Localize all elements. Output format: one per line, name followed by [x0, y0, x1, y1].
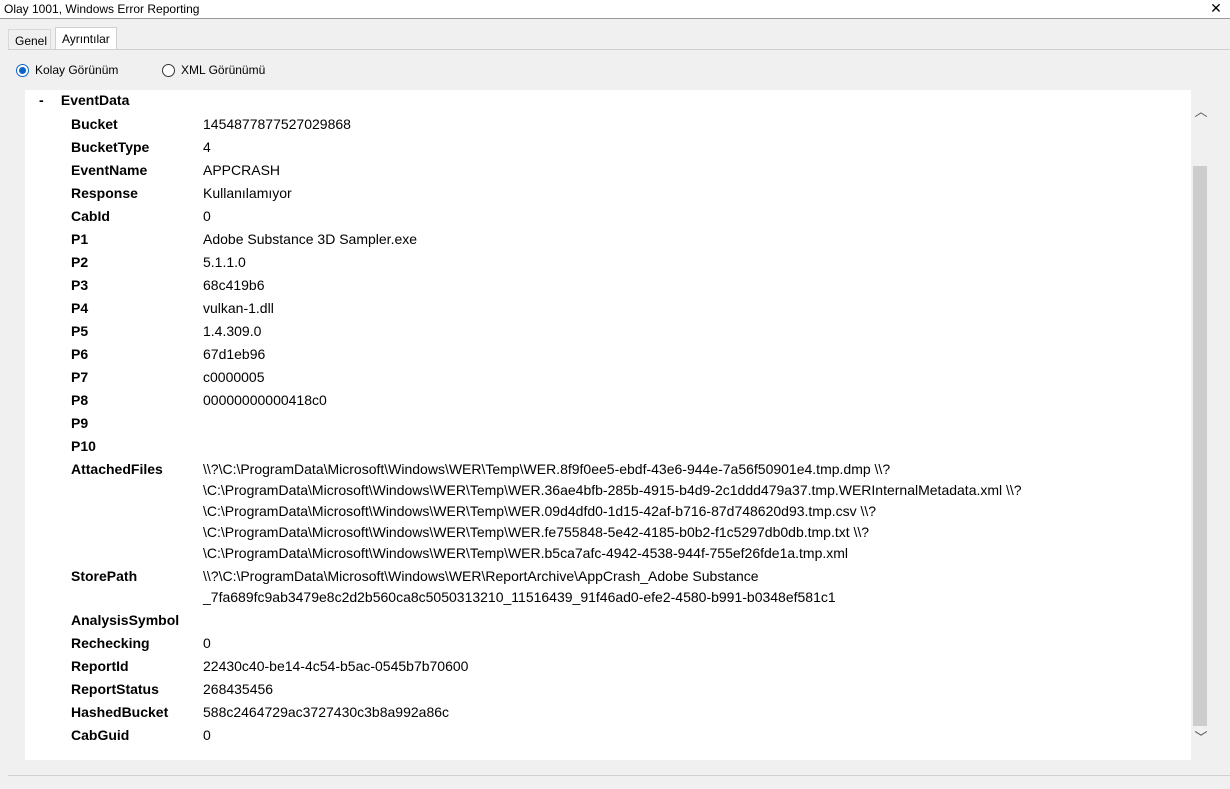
- scrollbar-thumb[interactable]: [1193, 166, 1207, 726]
- field-name: AnalysisSymbol: [71, 612, 180, 628]
- field-name: CabGuid: [71, 727, 130, 743]
- field-value: 00000000000418c0: [203, 392, 327, 408]
- field-name: P6: [71, 346, 89, 362]
- field-name: P4: [71, 300, 89, 316]
- field-value: 67d1eb96: [203, 346, 266, 362]
- close-button[interactable]: ✕: [1208, 0, 1224, 18]
- radio-unselected-icon: [162, 63, 175, 77]
- field-value: Kullanılamıyor: [203, 185, 292, 201]
- field-name: HashedBucket: [71, 704, 169, 720]
- eventdata-header[interactable]: - EventData: [39, 92, 129, 108]
- field-name: P7: [71, 369, 89, 385]
- vertical-scrollbar[interactable]: ︿ ﹀: [1191, 90, 1211, 760]
- field-name: ReportId: [71, 658, 129, 674]
- field-name: P2: [71, 254, 89, 270]
- field-name: ReportStatus: [71, 681, 159, 697]
- section-title: EventData: [60, 92, 130, 108]
- field-value: \\?\C:\ProgramData\Microsoft\Windows\WER…: [203, 461, 1022, 561]
- scroll-up-icon[interactable]: ︿: [1191, 102, 1211, 122]
- event-details-panel: - EventData Bucket 1454877877527029868 Buc…: [25, 90, 1191, 760]
- field-name: EventName: [71, 162, 148, 178]
- field-name: P5: [71, 323, 89, 339]
- field-value: \\?\C:\ProgramData\Microsoft\Windows\WER…: [203, 568, 836, 605]
- field-value: 588c2464729ac3727430c3b8a992a86c: [203, 704, 450, 720]
- tab-divider: [8, 49, 1230, 50]
- field-name: P10: [71, 438, 96, 454]
- field-name: P8: [71, 392, 89, 408]
- field-name: StorePath: [71, 568, 138, 584]
- field-value: 268435456: [203, 681, 274, 697]
- field-value: Adobe Substance 3D Sampler.exe: [203, 231, 418, 247]
- field-name: Bucket: [71, 116, 118, 132]
- field-name: AttachedFiles: [71, 461, 163, 477]
- field-value: 1454877877527029868: [203, 116, 351, 132]
- field-name: P1: [71, 231, 89, 247]
- field-value: 22430c40-be14-4c54-b5ac-0545b7b70600: [203, 658, 469, 674]
- radio-kolay-gorunum[interactable]: Kolay Görünüm: [16, 63, 118, 77]
- window-title: Olay 1001, Windows Error Reporting: [4, 2, 200, 16]
- radio-label: Kolay Görünüm: [35, 63, 119, 77]
- field-value: c0000005: [203, 369, 265, 385]
- field-name: P9: [71, 415, 89, 431]
- field-value: 0: [203, 727, 211, 743]
- field-name: P3: [71, 277, 89, 293]
- title-bar: Olay 1001, Windows Error Reporting ✕: [0, 0, 1230, 19]
- field-value: 5.1.1.0: [203, 254, 246, 270]
- field-name: Rechecking: [71, 635, 150, 651]
- collapse-toggle[interactable]: -: [39, 92, 57, 108]
- tab-ayrintilar[interactable]: Ayrıntılar: [55, 27, 117, 50]
- scroll-down-icon[interactable]: ﹀: [1191, 728, 1211, 748]
- field-value: APPCRASH: [203, 162, 281, 178]
- field-value: 68c419b6: [203, 277, 265, 293]
- field-name: BucketType: [71, 139, 150, 155]
- field-name: CabId: [71, 208, 110, 224]
- field-value: vulkan-1.dll: [203, 300, 274, 316]
- field-name: Response: [71, 185, 138, 201]
- radio-label: XML Görünümü: [181, 63, 266, 77]
- field-value: 0: [203, 635, 211, 651]
- bottom-divider: [8, 775, 1230, 776]
- radio-xml-gorunumu[interactable]: XML Görünümü: [162, 63, 265, 77]
- radio-selected-icon: [16, 63, 29, 77]
- field-value: 1.4.309.0: [203, 323, 262, 339]
- field-value: 0: [203, 208, 211, 224]
- field-value: 4: [203, 139, 211, 155]
- tab-genel[interactable]: Genel: [8, 29, 51, 49]
